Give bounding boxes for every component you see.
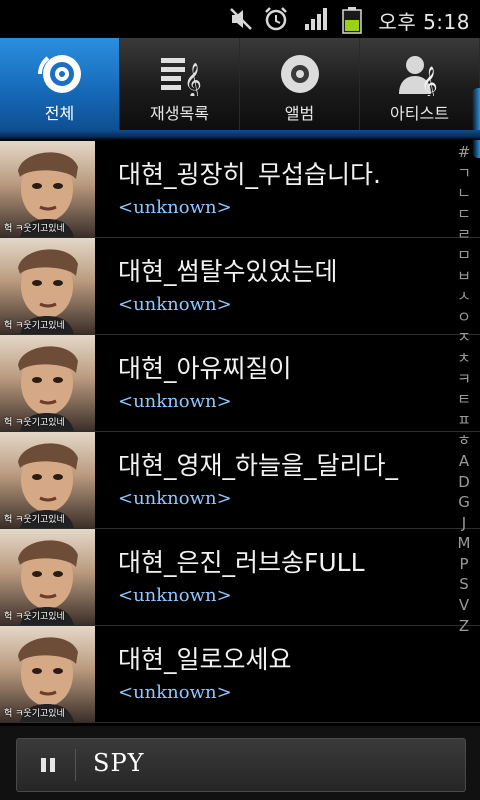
index-letter[interactable]: V xyxy=(459,595,469,616)
tab-label-artist: 아티스트 xyxy=(390,104,449,123)
index-letter[interactable]: D xyxy=(458,472,470,493)
track-artist: <unknown> xyxy=(118,682,232,703)
list-item[interactable]: 헉 ㅋ웃기고있네 대현_굉장히_무섭습니다. <unknown> xyxy=(0,141,480,238)
index-letter[interactable]: A xyxy=(459,451,469,472)
list-item[interactable]: 헉 ㅋ웃기고있네 대현_일로오세요 <unknown> xyxy=(0,626,480,723)
svg-text:𝄞: 𝄞 xyxy=(421,66,438,96)
thumbnail-caption: 헉 ㅋ웃기고있네 xyxy=(4,612,65,622)
status-time: 오후 5:18 xyxy=(378,10,470,34)
index-letter[interactable]: M xyxy=(458,533,471,554)
now-playing-bar[interactable]: SPY xyxy=(16,738,466,792)
tab-label-playlist: 재생목록 xyxy=(150,104,209,123)
player-divider xyxy=(75,749,76,781)
track-artist: <unknown> xyxy=(118,585,232,606)
pause-icon[interactable] xyxy=(37,753,61,777)
index-letter[interactable]: ㅁ xyxy=(457,245,471,266)
artist-icon: 𝄞 xyxy=(398,56,438,96)
index-letter[interactable]: ㅋ xyxy=(457,369,471,390)
track-title: 대현_굉장히_무섭습니다. xyxy=(118,160,381,189)
index-letter[interactable]: S xyxy=(459,574,469,595)
album-art-thumbnail: 헉 ㅋ웃기고있네 xyxy=(0,529,95,625)
index-letter[interactable]: J xyxy=(462,513,466,534)
index-letter[interactable]: ㅌ xyxy=(457,389,471,410)
index-letter[interactable]: # xyxy=(458,142,471,163)
track-artist: <unknown> xyxy=(118,391,232,412)
thumbnail-caption: 헉 ㅋ웃기고있네 xyxy=(4,224,65,234)
tab-artist[interactable]: 𝄞 아티스트 xyxy=(360,38,480,130)
album-icon xyxy=(280,55,319,93)
track-title: 대현_은진_러브송FULL xyxy=(118,548,365,577)
album-art-thumbnail: 헉 ㅋ웃기고있네 xyxy=(0,432,95,528)
now-playing-title[interactable]: SPY xyxy=(93,749,144,777)
track-artist: <unknown> xyxy=(118,294,232,315)
index-letter[interactable]: ㅍ xyxy=(457,410,471,431)
index-letter[interactable]: ㅅ xyxy=(457,286,471,307)
index-letter[interactable]: ㄱ xyxy=(457,163,471,184)
track-title: 대현_일로오세요 xyxy=(118,645,292,674)
disc-icon xyxy=(37,55,81,93)
album-art-thumbnail: 헉 ㅋ웃기고있네 xyxy=(0,141,95,237)
thumbnail-caption: 헉 ㅋ웃기고있네 xyxy=(4,321,65,331)
album-art-thumbnail: 헉 ㅋ웃기고있네 xyxy=(0,626,95,722)
list-item[interactable]: 헉 ㅋ웃기고있네 대현_썸탈수있었는데 <unknown> xyxy=(0,238,480,335)
index-letter[interactable]: G xyxy=(458,492,470,513)
index-letter[interactable]: P xyxy=(459,554,468,575)
index-letter[interactable]: ㅊ xyxy=(457,348,471,369)
thumbnail-caption: 헉 ㅋ웃기고있네 xyxy=(4,709,65,719)
mute-icon xyxy=(230,8,252,30)
svg-text:𝄞: 𝄞 xyxy=(184,63,202,96)
track-title: 대현_아유찌질이 xyxy=(118,354,292,383)
alarm-icon xyxy=(265,7,287,31)
index-letter[interactable]: ㄷ xyxy=(457,204,471,225)
tab-all[interactable]: 전체 xyxy=(0,38,120,130)
index-letter[interactable]: ㄴ xyxy=(457,183,471,204)
album-art-thumbnail: 헉 ㅋ웃기고있네 xyxy=(0,335,95,431)
track-title: 대현_영재_하늘을_달리다_ xyxy=(118,451,399,480)
tab-playlist[interactable]: 𝄞 재생목록 xyxy=(120,38,240,130)
list-item[interactable]: 헉 ㅋ웃기고있네 대현_영재_하늘을_달리다_ <unknown> xyxy=(0,432,480,529)
list-item[interactable]: 헉 ㅋ웃기고있네 대현_아유찌질이 <unknown> xyxy=(0,335,480,432)
status-bar: 오후 5:18 xyxy=(0,0,480,38)
album-art-thumbnail: 헉 ㅋ웃기고있네 xyxy=(0,238,95,334)
tab-underglow xyxy=(0,130,480,140)
thumbnail-caption: 헉 ㅋ웃기고있네 xyxy=(4,418,65,428)
tab-bar: 전체 𝄞 재생목록 앨범 𝄞 아티스트 xyxy=(0,38,480,158)
tab-label-all: 전체 xyxy=(44,104,75,123)
track-artist: <unknown> xyxy=(118,488,232,509)
index-letter[interactable]: ㅎ xyxy=(457,430,471,451)
mini-player: SPY xyxy=(0,726,480,800)
index-letter[interactable]: Z xyxy=(459,616,469,637)
track-title: 대현_썸탈수있었는데 xyxy=(118,257,338,286)
battery-icon xyxy=(342,7,362,34)
index-letter[interactable]: ㅂ xyxy=(457,266,471,287)
index-letter[interactable]: ㄹ xyxy=(457,224,471,245)
playlist-icon: 𝄞 xyxy=(160,58,202,96)
tab-label-album: 앨범 xyxy=(284,104,315,123)
index-letter[interactable]: ㅈ xyxy=(457,327,471,348)
signal-icon xyxy=(305,8,327,30)
thumbnail-caption: 헉 ㅋ웃기고있네 xyxy=(4,515,65,525)
index-letter[interactable]: ㅇ xyxy=(457,307,471,328)
index-scroller[interactable]: # ㄱ ㄴ ㄷ ㄹ ㅁ ㅂ ㅅ ㅇ ㅈ ㅊ ㅋ ㅌ ㅍ ㅎ A D G J M … xyxy=(454,142,474,636)
track-list[interactable]: 헉 ㅋ웃기고있네 대현_굉장히_무섭습니다. <unknown> 헉 ㅋ웃기고있… xyxy=(0,141,480,726)
tab-album[interactable]: 앨범 xyxy=(240,38,360,130)
track-artist: <unknown> xyxy=(118,197,232,218)
list-item[interactable]: 헉 ㅋ웃기고있네 대현_은진_러브송FULL <unknown> xyxy=(0,529,480,626)
